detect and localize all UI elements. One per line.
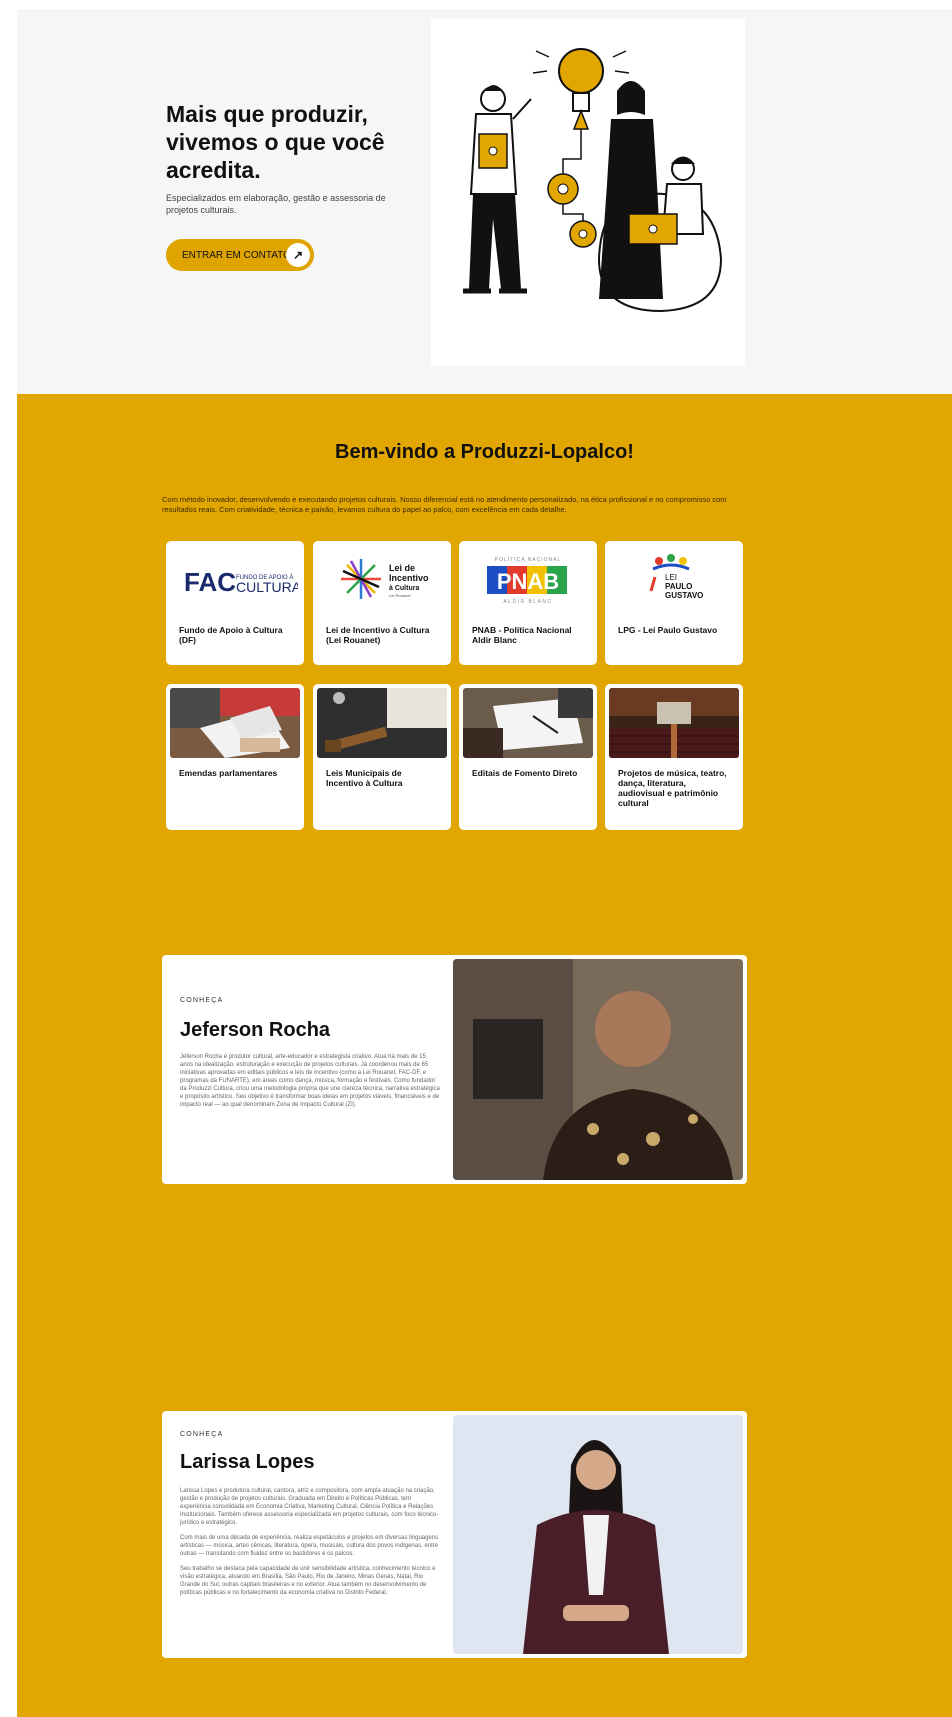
service-card-lpg[interactable]: LEI PAULO GUSTAVO LPG - Lei Paulo Gustav… [605,541,743,665]
jeferson-photo [453,959,743,1180]
service-card-label: Emendas parlamentares [179,768,278,778]
service-card-pnab[interactable]: POLÍTICA NACIONAL PNAB ALDIR BLANC PNAB … [459,541,597,665]
profile-bio-paragraph: Seu trabalho se destaca pela capacidade … [180,1566,436,1596]
service-card-emendas[interactable]: Emendas parlamentares [166,684,304,830]
lpg-logo-line1: LEI [665,573,677,582]
welcome-title: Bem-vindo a Produzzi-Lopalco! [335,441,634,463]
service-card-editais[interactable]: Editais de Fomento Direto [459,684,597,830]
pnab-logo-top: POLÍTICA NACIONAL [495,556,561,563]
profile-kicker: CONHEÇA [180,997,224,1004]
service-card-fac[interactable]: FAC FUNDO DE APOIO À CULTURA Fundo de Ap… [166,541,304,665]
service-card-label: Lei de Incentivo à Cultura (Lei Rouanet) [326,625,430,645]
welcome-text: Com método inovador, desenvolvendo e exe… [162,495,727,514]
service-card-label: LPG - Lei Paulo Gustavo [618,625,718,635]
larissa-photo [453,1415,743,1654]
rouanet-logo-line3: à Cultura [389,585,419,592]
hero-title: Mais que produzir, vivemos o que você ac… [166,101,385,183]
profile-name: Jeferson Rocha [180,1019,331,1041]
profile-bio-paragraph: Jeferson Rocha é produtor cultural, arte… [180,1054,440,1108]
hero-illustration [431,19,745,366]
service-card-projetos[interactable]: Projetos de música, teatro, dança, liter… [605,684,743,830]
profile-name: Larissa Lopes [180,1451,315,1473]
fac-logo-main: FAC [184,567,236,597]
service-card-label: PNAB - Política Nacional Aldir Blanc [472,625,572,645]
service-card-label: Editais de Fomento Direto [472,768,578,778]
profile-bio-paragraph: Larissa Lopes é produtora cultural, cant… [180,1488,439,1526]
profile-bio: Jeferson Rocha é produtor cultural, arte… [180,1053,440,1116]
profile-card-jeferson: CONHEÇA Jeferson Rocha Jeferson Rocha é … [162,955,747,1184]
papers-photo [170,688,300,758]
profile-kicker: CONHEÇA [180,1431,224,1438]
service-card-label: Projetos de música, teatro, dança, liter… [618,768,727,808]
arrow-up-right-icon: ↗ [286,243,310,267]
signing-photo [463,688,593,758]
profile-bio: Larissa Lopes é produtora cultural, cant… [180,1487,440,1604]
lpg-logo-line2: PAULO [665,582,692,591]
service-card-label: Fundo de Apoio à Cultura (DF) [179,625,283,645]
fac-logo-small-bottom: CULTURA [236,579,298,595]
pnab-logo-bottom: ALDIR BLANC [503,599,552,605]
service-card-leis-municipais[interactable]: Leis Municipais de Incentivo à Cultura [313,684,451,830]
hero-text-block: Mais que produzir, vivemos o que você ac… [166,100,426,216]
service-card-label: Leis Municipais de Incentivo à Cultura [326,768,403,788]
theater-photo [609,688,739,758]
fac-logo: FAC FUNDO DE APOIO À CULTURA [172,547,302,611]
profile-card-larissa: CONHEÇA Larissa Lopes Larissa Lopes é pr… [162,1411,747,1658]
lpg-logo: LEI PAULO GUSTAVO [611,547,737,611]
pnab-logo-main: PNAB [497,569,559,594]
lpg-logo-line3: GUSTAVO [665,591,703,600]
gavel-photo [317,688,447,758]
rouanet-logo-line2: Incentivo [389,573,429,583]
profile-bio-paragraph: Com mais de uma década de experiência, r… [180,1535,439,1557]
rouanet-logo: Lei de Incentivo à Cultura Lei Rouanet [319,547,445,611]
contact-button[interactable]: ENTRAR EM CONTATO ↗ [166,239,314,271]
hero-subtitle: Especializados em elaboração, gestão e a… [166,193,386,215]
pnab-logo: POLÍTICA NACIONAL PNAB ALDIR BLANC [465,547,591,611]
rouanet-logo-line4: Lei Rouanet [389,593,411,598]
rouanet-logo-line1: Lei de [389,563,415,573]
service-card-rouanet[interactable]: Lei de Incentivo à Cultura Lei Rouanet L… [313,541,451,665]
contact-button-label: ENTRAR EM CONTATO [182,249,291,261]
